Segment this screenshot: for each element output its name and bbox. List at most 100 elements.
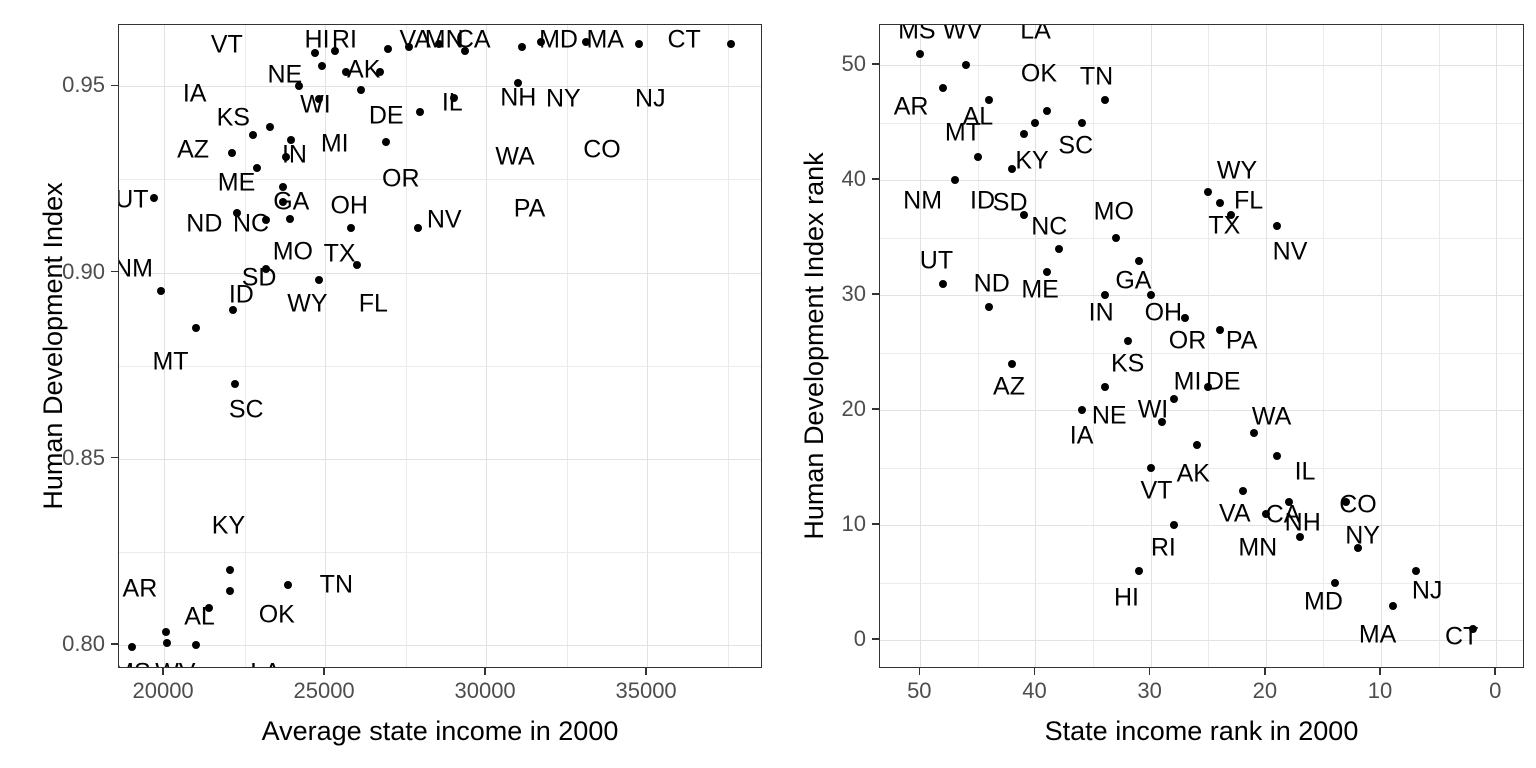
right-plot-panel: MS AR WV AL NM MT ID KY LA OK UT ND SD AZ ME NC SC TN IA NE… (879, 24, 1524, 668)
data-point (435, 39, 444, 48)
point-label: AZ (993, 372, 1025, 401)
x-tick-mark (1494, 668, 1496, 675)
point-label: ND (973, 269, 1010, 298)
point-label: IA (1069, 421, 1094, 450)
data-point (127, 642, 136, 651)
grid-line-vertical-major (920, 25, 922, 667)
point-label: MA (1358, 620, 1397, 648)
figure-root: MSWVARALLAKYOKTNSCMTNMIDSDWYNDNCGAMOTXOH… (0, 0, 1536, 768)
y-tick-label: 30 (841, 281, 866, 307)
point-label: IL (441, 88, 463, 117)
data-point (1031, 118, 1040, 127)
point-label: WY (1216, 156, 1258, 185)
x-tick-label: 30 (1137, 678, 1162, 703)
point-label: OH (1144, 298, 1183, 326)
y-tick-mark (872, 178, 879, 181)
point-label: MT (944, 118, 981, 147)
x-tick-label: 10 (1367, 678, 1393, 703)
point-label: VT (1140, 476, 1173, 505)
point-label: OR (382, 164, 420, 193)
point-label: MN (1238, 533, 1278, 562)
point-label: CO (1339, 490, 1377, 519)
data-point (1135, 256, 1144, 265)
data-point (950, 176, 959, 185)
grid-line-vertical-major (1496, 25, 1498, 667)
grid-line-vertical-major (1381, 25, 1383, 667)
point-label: IA (182, 79, 207, 108)
grid-line-vertical-minor (1093, 25, 1095, 667)
point-label: VA (1219, 499, 1251, 528)
point-label: MD (539, 25, 578, 54)
point-label: GA (1115, 266, 1152, 295)
data-point (192, 640, 201, 649)
point-label: AK (1176, 459, 1210, 487)
point-label: WA (1251, 402, 1292, 431)
y-tick-mark (872, 638, 879, 641)
data-point (279, 197, 288, 206)
point-label: FL (358, 289, 388, 318)
point-label: DE (1205, 367, 1241, 395)
data-point (382, 138, 391, 147)
y-tick-label: 40 (841, 166, 866, 192)
x-tick-mark (484, 668, 486, 675)
grid-line-horizontal-minor (119, 365, 761, 367)
point-label: KS (1110, 349, 1145, 378)
data-point (416, 108, 425, 117)
point-label: SC (228, 395, 264, 424)
point-label: TX (1208, 211, 1241, 240)
grid-line-horizontal-minor (119, 551, 761, 553)
data-point (226, 586, 235, 595)
point-label: MS (898, 24, 936, 45)
point-label: RI (1150, 533, 1176, 562)
data-point (284, 581, 293, 590)
x-tick-label: 40 (1022, 678, 1047, 703)
point-label: ND (186, 209, 223, 238)
data-point (1146, 463, 1155, 472)
grid-line-vertical-major (1150, 25, 1152, 667)
point-label: ID (970, 186, 995, 215)
point-label: NV (426, 205, 462, 234)
point-label: NJ (1411, 576, 1443, 605)
point-label: WI (300, 90, 331, 119)
x-tick-label: 30000 (454, 678, 516, 703)
y-tick-label: 0.90 (62, 258, 105, 284)
x-tick-mark (645, 668, 647, 675)
point-label: FL (1233, 186, 1264, 215)
y-tick-mark (872, 63, 879, 66)
point-label: TX (323, 239, 356, 268)
point-label: OH (330, 191, 368, 220)
point-label: RI (331, 25, 357, 54)
point-label: MI (1173, 367, 1202, 395)
point-label: CT (1444, 622, 1479, 651)
point-label: IL (1294, 457, 1316, 486)
point-label: UT (919, 246, 954, 275)
data-point (1215, 325, 1224, 334)
point-label: IN (281, 140, 307, 169)
data-point (248, 130, 257, 139)
data-point (227, 149, 236, 158)
data-point (1123, 337, 1132, 346)
left-y-axis-title: Human Development Index (38, 182, 68, 510)
point-label: WV (942, 24, 984, 45)
data-point (973, 153, 982, 162)
point-label: NV (1272, 237, 1308, 266)
y-tick-mark (872, 523, 879, 526)
grid-line-vertical-minor (405, 25, 407, 667)
y-tick-mark (111, 643, 118, 645)
point-label: DE (368, 101, 404, 130)
data-point (1043, 107, 1051, 116)
data-point (1054, 245, 1063, 254)
data-point (1008, 360, 1017, 369)
point-label: LA (250, 660, 281, 667)
x-tick-mark (1264, 668, 1266, 675)
x-tick-mark (918, 668, 921, 675)
data-point (985, 302, 994, 311)
data-point (916, 49, 925, 58)
grid-line-horizontal-major (119, 644, 761, 646)
grid-line-horizontal-major (119, 272, 761, 274)
point-label: NY (545, 84, 581, 113)
data-point (1169, 521, 1178, 530)
point-label: NC (1031, 212, 1068, 241)
data-point (1077, 406, 1086, 415)
data-point (962, 61, 971, 70)
